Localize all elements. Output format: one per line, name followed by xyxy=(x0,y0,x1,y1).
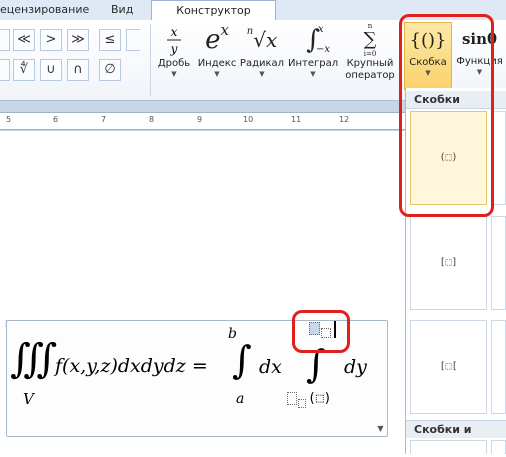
gallery-item-mixed-brackets[interactable] xyxy=(491,320,506,414)
gallery-item-separator[interactable] xyxy=(491,440,506,454)
symbol-button[interactable]: ≤ xyxy=(99,29,121,51)
chevron-down-icon: ▼ xyxy=(171,70,177,78)
radical-icon: n √x xyxy=(239,22,285,58)
symbol-button[interactable]: ≪ xyxy=(13,29,35,51)
symbols-scroll-up[interactable] xyxy=(126,29,140,51)
svg-text:x: x xyxy=(171,25,178,39)
highlight-bracket-choice xyxy=(399,14,494,217)
radical-label: Радикал xyxy=(239,58,285,69)
gallery-item-reversed-brackets[interactable]: [⬚[ xyxy=(410,320,487,414)
index-glyph-base: e xyxy=(205,25,221,55)
radical-glyph: √x xyxy=(253,28,278,52)
index-label: Индекс xyxy=(197,58,237,69)
horizontal-ruler[interactable]: 5 6 7 8 9 10 11 12 xyxy=(0,112,405,130)
svg-text:y: y xyxy=(170,42,178,56)
ruler-tick: 7 xyxy=(101,115,107,124)
integral-label: Интеграл xyxy=(288,58,339,69)
ruler-tick: 10 xyxy=(243,115,254,124)
ruler-tick: 6 xyxy=(53,115,59,124)
chevron-down-icon[interactable]: ▼ xyxy=(375,423,386,434)
tab-constructor[interactable]: Конструктор xyxy=(151,0,276,21)
chevron-down-icon: ▼ xyxy=(214,70,220,78)
symbol-button[interactable]: | xyxy=(0,59,10,81)
fraction-label: Дробь xyxy=(157,58,191,69)
radical-button[interactable]: n √x Радикал ▼ xyxy=(239,22,285,79)
highlight-upper-limit xyxy=(292,310,350,353)
index-icon: ex xyxy=(196,21,238,58)
symbol-button[interactable]: ∩ xyxy=(67,59,89,81)
lower-limit-a: a xyxy=(236,391,245,407)
single-integral: ∫ xyxy=(232,338,252,382)
symbol-button[interactable]: | xyxy=(0,29,10,51)
index-button[interactable]: ex Индекс ▼ xyxy=(196,21,238,78)
paren-placeholder[interactable]: (⬚) xyxy=(308,391,331,406)
dy-term: dy xyxy=(344,356,367,378)
ruler-tick: 5 xyxy=(6,115,12,124)
gallery-item-square-brackets[interactable]: [⬚] xyxy=(410,216,487,310)
group-divider xyxy=(150,24,151,96)
ruler-tick: 12 xyxy=(339,115,350,124)
dx-term: dx xyxy=(259,356,282,378)
placeholder-lower-sub[interactable] xyxy=(298,399,306,408)
sum-glyph: ∑ xyxy=(363,29,377,50)
gallery-item-separator[interactable] xyxy=(410,440,487,454)
symbol-button[interactable]: ∪ xyxy=(40,59,62,81)
integral-glyph-bottom: −x xyxy=(316,44,331,55)
integral-button[interactable]: ∫ x −x Интеграл ▼ xyxy=(288,22,338,78)
tab-view[interactable]: Вид xyxy=(111,0,133,20)
chevron-down-icon: ▼ xyxy=(310,70,316,78)
gallery-item-angle-brackets[interactable] xyxy=(491,216,506,310)
symbol-button[interactable]: ∅ xyxy=(99,59,121,81)
gallery-header-brackets-separators: Скобки и раздел xyxy=(406,420,506,454)
symbol-button[interactable]: ≫ xyxy=(67,29,89,51)
symbol-button[interactable]: > xyxy=(40,29,62,51)
chevron-down-icon: ▼ xyxy=(259,70,265,78)
ruler-tick: 11 xyxy=(291,115,302,124)
ruler-tick: 8 xyxy=(149,115,155,124)
large-operator-button[interactable]: n ∑ i=0 Крупный оператор xyxy=(343,22,397,82)
placeholder-lower-limit[interactable] xyxy=(287,392,297,405)
radical-glyph-n: n xyxy=(246,25,254,37)
symbol-button[interactable]: ∜ xyxy=(13,59,35,81)
integrand: f(x,y,z)dxdydz = xyxy=(55,355,208,377)
ruler-tick: 9 xyxy=(197,115,203,124)
integral-icon: ∫ x −x xyxy=(288,22,338,58)
large-operator-label: Крупный оператор xyxy=(345,58,395,81)
tab-review[interactable]: ецензирование xyxy=(0,0,89,20)
sum-icon: n ∑ i=0 xyxy=(363,22,377,58)
fraction-icon: x y xyxy=(154,22,194,58)
triple-integral: ∭ xyxy=(10,336,58,382)
fraction-button[interactable]: x y Дробь ▼ xyxy=(154,22,194,78)
integral-glyph-top: x xyxy=(318,24,324,35)
lower-limit-v: V xyxy=(23,390,34,408)
index-glyph-sup: x xyxy=(220,21,229,39)
